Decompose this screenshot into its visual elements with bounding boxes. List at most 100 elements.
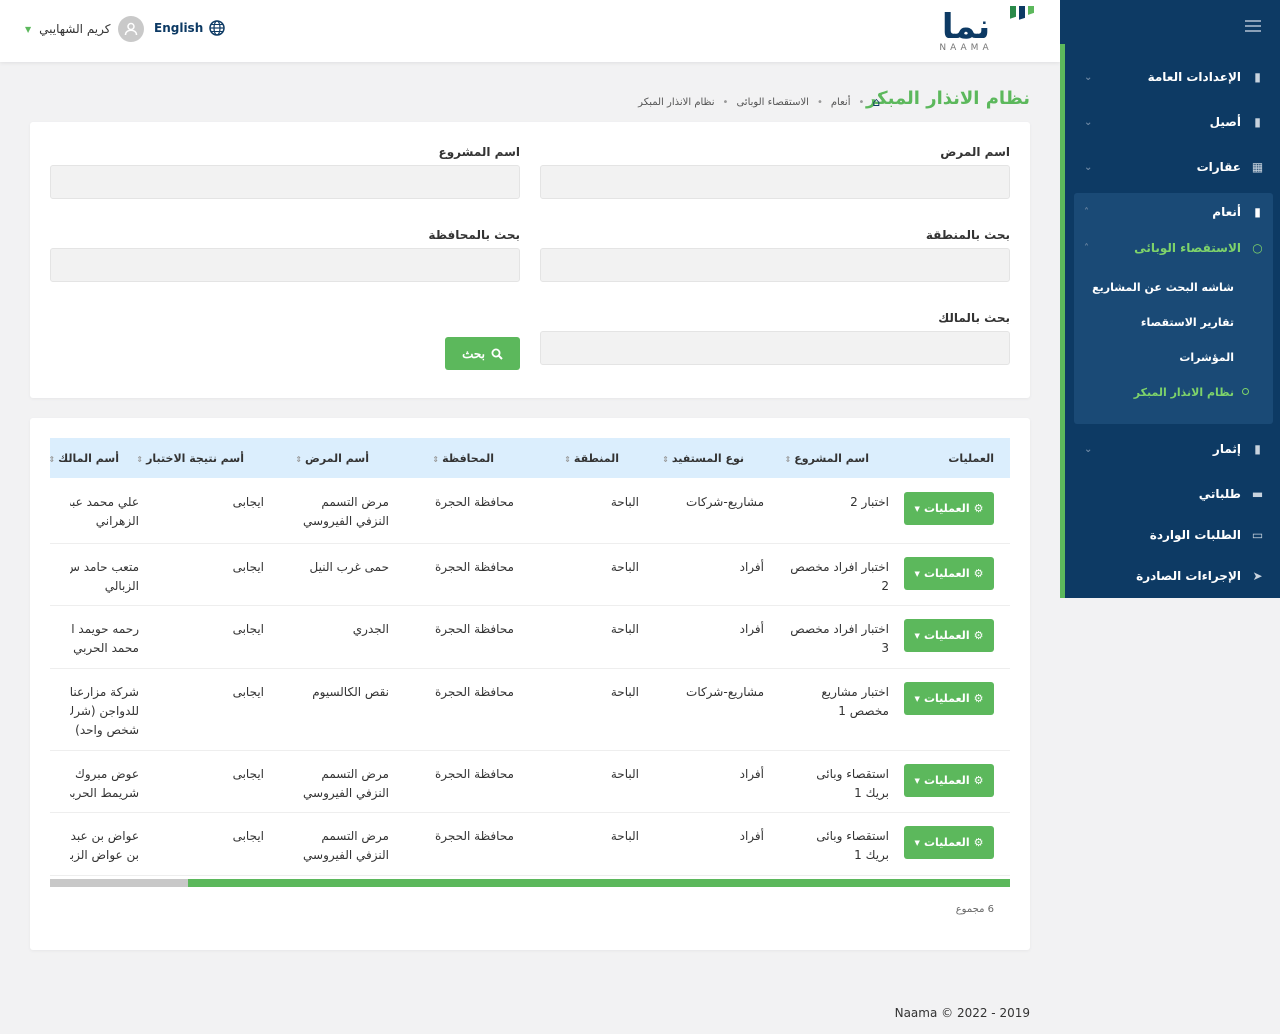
- operations-label: العمليات: [923, 692, 970, 705]
- menu-icon[interactable]: [1245, 20, 1261, 34]
- sidebar-subitem-early-warning[interactable]: نظام الانذار المبكر: [1134, 386, 1234, 399]
- top-header: نما NAAMA English ▼ كريم الشهايبي: [0, 0, 1060, 62]
- cell-line: بريك 1: [854, 786, 889, 800]
- cell-line: الباحة: [610, 685, 639, 699]
- cell-governorate: محافظة الحجرة: [404, 765, 514, 784]
- results-card: العمليات اسم المشروع⇕ نوع المستفيد⇕ المن…: [30, 418, 1030, 950]
- governorate-input[interactable]: [50, 248, 520, 282]
- gear-icon: ⚙: [973, 629, 984, 642]
- column-header-test-result[interactable]: أسم نتيجة الاختبار⇕: [136, 452, 244, 465]
- operations-button[interactable]: ⚙ العمليات ▼: [904, 619, 994, 652]
- cell-owner: عواض بن عبدا بن عواض الزبال: [70, 827, 139, 865]
- language-switch[interactable]: English: [154, 20, 225, 36]
- cell-beneficiary: أفراد: [654, 827, 764, 846]
- region-input[interactable]: [540, 248, 1010, 282]
- cell-line: حمى غرب النيل: [309, 560, 390, 574]
- breadcrumb-item[interactable]: الاستقصاء الوبائى: [736, 97, 808, 108]
- column-header-region[interactable]: المنطقة⇕: [564, 452, 619, 465]
- sidebar-item-real-estate[interactable]: ▦ عقارات ⌄: [1084, 152, 1264, 182]
- book-icon: ▮: [1254, 205, 1261, 219]
- operations-button[interactable]: ⚙ العمليات ▼: [904, 557, 994, 590]
- sidebar-item-epidemic-survey[interactable]: ○ الاستقصاء الوبائى ˄: [1084, 233, 1264, 263]
- cell-disease: حمى غرب النيل: [279, 558, 390, 577]
- sidebar-item-aseel[interactable]: ▮ أصيل ⌄: [1084, 107, 1264, 137]
- gear-icon: ⚙: [973, 567, 984, 580]
- sidebar-subitem-indicators[interactable]: المؤشرات: [1179, 351, 1234, 364]
- cell-line: محمد الحربي: [73, 641, 139, 655]
- home-icon[interactable]: ⌂: [872, 95, 880, 109]
- sidebar-item-outgoing-actions[interactable]: ➤ الإجراءات الصادرة: [1084, 561, 1264, 591]
- sidebar-accent: [1060, 44, 1065, 598]
- caret-down-icon: ▼: [914, 504, 920, 513]
- column-header-owner[interactable]: أسم المالك⇕: [48, 452, 119, 465]
- cell-owner: رحمه حويمد ا محمد الحربي: [70, 620, 139, 658]
- cell-line: محافظة الحجرة: [434, 622, 514, 636]
- cell-owner: عوض مبروك شريمط الحربي: [70, 765, 139, 803]
- disease-label: اسم المرض: [940, 145, 1010, 159]
- search-card: اسم المرض اسم المشروع بحث بالمنطقة بحث ب…: [30, 122, 1030, 398]
- total-count: 6 مجموع: [955, 904, 994, 915]
- user-menu[interactable]: ▼ كريم الشهايبي: [25, 16, 145, 42]
- breadcrumb-item[interactable]: أنعام: [831, 97, 851, 108]
- cell-line: بريك 1: [854, 848, 889, 862]
- inbox-icon: ▭: [1251, 528, 1264, 542]
- cell-region: الباحة: [529, 620, 639, 639]
- search-button[interactable]: بحث: [445, 337, 520, 370]
- cell-line: الباحة: [610, 622, 639, 636]
- row-divider: [50, 605, 1010, 606]
- owner-input[interactable]: [540, 331, 1010, 365]
- avatar: [118, 16, 145, 42]
- footer-copyright: Naama © 2022 - 2019: [894, 1006, 1030, 1020]
- svg-text:NAAMA: NAAMA: [939, 43, 992, 53]
- breadcrumb-item: نظام الانذار المبكر: [638, 96, 715, 108]
- column-header-beneficiary[interactable]: نوع المستفيد⇕: [662, 452, 744, 465]
- book-icon: ▮: [1254, 70, 1261, 84]
- cell-test-result: ايجابى: [154, 493, 264, 512]
- gear-icon: ⚙: [973, 502, 984, 515]
- cell-line: محافظة الحجرة: [434, 767, 514, 781]
- cell-line: علي محمد عبد: [70, 495, 139, 509]
- disease-input[interactable]: [540, 165, 1010, 199]
- cell-line: الباحة: [610, 495, 639, 509]
- operations-button[interactable]: ⚙ العمليات ▼: [904, 682, 994, 715]
- sidebar-subitem-project-search[interactable]: شاشه البحث عن المشاريع: [1092, 281, 1234, 294]
- sidebar-item-my-requests[interactable]: ▬ طلباتي: [1084, 479, 1264, 509]
- horizontal-scrollbar[interactable]: [50, 879, 1010, 887]
- chevron-down-icon: ⌄: [1084, 161, 1093, 173]
- operations-label: العمليات: [923, 836, 970, 849]
- governorate-label: بحث بالمحافظة: [428, 228, 520, 242]
- cell-owner: علي محمد عبد الزهراني: [70, 493, 139, 531]
- project-input[interactable]: [50, 165, 520, 199]
- cell-line: عواض بن عبدا: [70, 829, 139, 843]
- cell-line: الجدري: [352, 622, 389, 636]
- sort-icon: ⇕: [295, 455, 303, 464]
- column-header-disease[interactable]: أسم المرض⇕: [295, 452, 369, 465]
- sidebar-subitem-survey-reports[interactable]: تقارير الاستقصاء: [1141, 316, 1234, 329]
- cell-line: رحمه حويمد ا: [71, 622, 139, 636]
- operations-label: العمليات: [923, 774, 970, 787]
- operations-button[interactable]: ⚙ العمليات ▼: [904, 492, 994, 525]
- sort-icon: ⇕: [48, 455, 56, 464]
- naama-logo[interactable]: نما NAAMA: [926, 0, 1046, 56]
- scrollbar-thumb[interactable]: [188, 879, 1010, 887]
- cell-line: الباحة: [610, 767, 639, 781]
- cell-governorate: محافظة الحجرة: [404, 683, 514, 702]
- sidebar-item-general-settings[interactable]: ▮ الإعدادات العامة ⌄: [1084, 62, 1264, 92]
- chevron-down-icon: ▼: [25, 24, 32, 34]
- column-header-project[interactable]: اسم المشروع⇕: [785, 452, 869, 465]
- sidebar-item-ithmar[interactable]: ▮ إثمار ⌄: [1084, 434, 1264, 464]
- cell-line: النزفي الفيروسي: [303, 786, 389, 800]
- cell-line: ايجابى: [232, 685, 264, 699]
- cell-test-result: ايجابى: [154, 620, 264, 639]
- operations-label: العمليات: [923, 567, 970, 580]
- cell-line: ايجابى: [232, 495, 264, 509]
- operations-button[interactable]: ⚙ العمليات ▼: [904, 764, 994, 797]
- cell-beneficiary: مشاريع-شركات: [654, 683, 764, 702]
- column-header-governorate[interactable]: المحافظة⇕: [432, 452, 494, 465]
- cell-region: الباحة: [529, 493, 639, 512]
- operations-button[interactable]: ⚙ العمليات ▼: [904, 826, 994, 859]
- cell-line: ايجابى: [232, 829, 264, 843]
- sidebar-item-incoming-requests[interactable]: ▭ الطلبات الواردة: [1084, 520, 1264, 550]
- sidebar-item-anaam[interactable]: ▮ أنعام ˄: [1084, 197, 1264, 227]
- chevron-down-icon: ⌄: [1084, 116, 1093, 128]
